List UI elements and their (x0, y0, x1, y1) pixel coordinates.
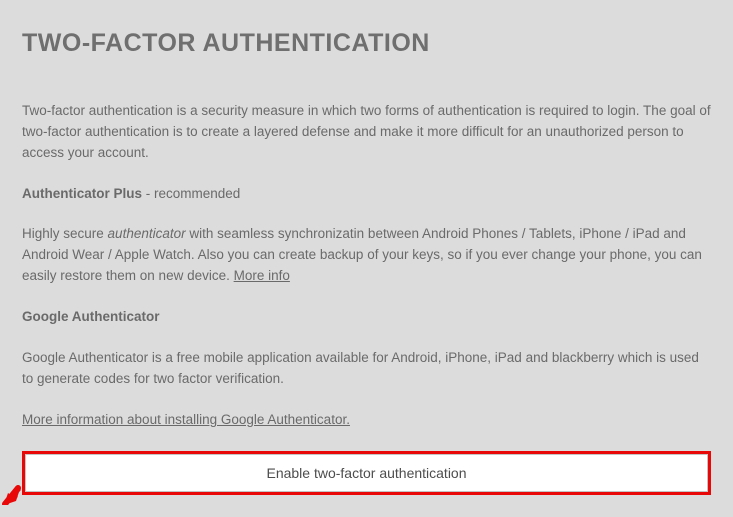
google-authenticator-name: Google Authenticator (22, 309, 160, 324)
authenticator-plus-name: Authenticator Plus (22, 186, 142, 201)
intro-paragraph: Two-factor authentication is a security … (22, 101, 711, 164)
google-authenticator-heading: Google Authenticator (22, 307, 711, 328)
auth-plus-desc-emph: authenticator (108, 226, 186, 241)
page-title: TWO-FACTOR AUTHENTICATION (22, 24, 711, 63)
google-more-info-link[interactable]: More information about installing Google… (22, 412, 350, 427)
annotation-arrow-icon (2, 481, 22, 505)
more-info-link[interactable]: More info (234, 268, 290, 283)
auth-plus-desc-prefix: Highly secure (22, 226, 108, 241)
authenticator-plus-description: Highly secure authenticator with seamles… (22, 224, 711, 287)
google-more-info-paragraph: More information about installing Google… (22, 410, 711, 431)
enable-button-highlight: Enable two-factor authentication (22, 451, 711, 495)
google-authenticator-description: Google Authenticator is a free mobile ap… (22, 348, 711, 390)
enable-two-factor-button[interactable]: Enable two-factor authentication (25, 454, 708, 492)
authenticator-plus-suffix: - recommended (142, 186, 240, 201)
authenticator-plus-heading: Authenticator Plus - recommended (22, 184, 711, 205)
